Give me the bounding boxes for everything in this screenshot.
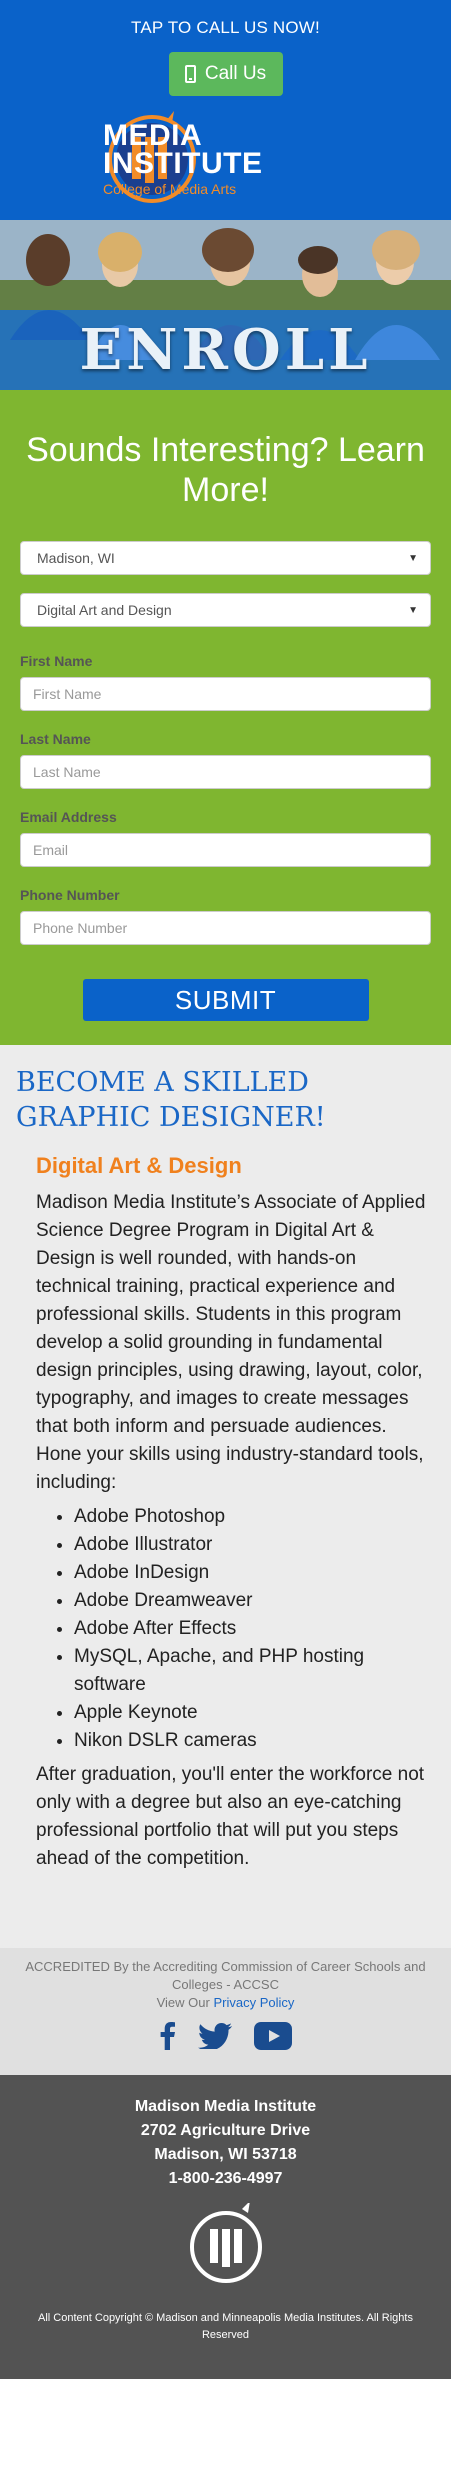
submit-label: SUBMIT [174,984,277,1015]
youtube-icon[interactable] [253,2022,292,2050]
form-heading: Sounds Interesting? Learn More! [20,390,431,510]
enroll-banner: ENROLL [0,310,451,390]
header: TAP TO CALL US NOW! Call Us MEDIA INSTIT… [0,0,451,220]
logo-text: MEDIA INSTITUTE College of Media Arts [103,119,263,198]
view-our-text: View Our [156,1995,210,2010]
first-name-label: First Name [20,653,93,669]
list-item: Nikon DSLR cameras [74,1727,435,1755]
lead-form: Sounds Interesting? Learn More! Madison,… [0,390,451,1045]
email-placeholder: Email [33,842,69,858]
hero-image: ENROLL [0,220,451,390]
list-item: MySQL, Apache, and PHP hosting software [74,1643,435,1699]
logo-line-media: MEDIA [103,119,203,152]
page-title: BECOME A SKILLED GRAPHIC DESIGNER! [16,1045,435,1135]
call-us-label: Call Us [204,63,267,84]
copyright-text: All Content Copyright © Madison and Minn… [38,2312,413,2341]
page-bottom-spacer [0,2379,451,2466]
phone-label: Phone Number [20,887,120,903]
list-item: Adobe After Effects [74,1615,435,1643]
list-item: Adobe InDesign [74,1559,435,1587]
campus-select[interactable]: Madison, WI ▼ [20,541,431,575]
phone-placeholder: Phone Number [33,920,128,936]
accreditation-section: ACCREDITED By the Accrediting Commission… [0,1948,451,2075]
last-name-field[interactable]: Last Name [20,755,431,789]
program-subtitle: Digital Art & Design [16,1135,435,1181]
footer-phone[interactable]: 1-800-236-4997 [0,2167,451,2191]
call-us-button[interactable]: Call Us [168,52,283,96]
first-name-placeholder: First Name [33,686,102,702]
logo-tagline: College of Media Arts [103,181,237,197]
footer-logo-icon [189,2201,262,2283]
list-item: Apple Keynote [74,1699,435,1727]
chevron-down-icon: ▼ [408,604,418,616]
submit-button[interactable]: SUBMIT [82,979,369,1021]
campus-select-value: Madison, WI [37,550,115,566]
phone-field[interactable]: Phone Number [20,911,431,945]
footer-city: Madison, WI 53718 [154,2146,297,2163]
privacy-line: View Our Privacy Policy [0,1994,451,2012]
tools-list: Adobe Photoshop Adobe Illustrator Adobe … [16,1503,435,1755]
facebook-icon[interactable] [160,2022,176,2050]
email-field[interactable]: Email [20,833,431,867]
list-item: Adobe Photoshop [74,1503,435,1531]
landing-page: TAP TO CALL US NOW! Call Us MEDIA INSTIT… [0,0,451,2466]
program-select[interactable]: Digital Art and Design ▼ [20,593,431,627]
mobile-phone-icon [184,65,196,83]
program-info: BECOME A SKILLED GRAPHIC DESIGNER! Digit… [0,1045,451,1948]
tap-to-call-text: TAP TO CALL US NOW! [131,18,320,37]
program-select-value: Digital Art and Design [37,602,172,618]
form-heading-text: Sounds Interesting? Learn More! [26,431,425,509]
list-item: Adobe Illustrator [74,1531,435,1559]
page-title-text: BECOME A SKILLED GRAPHIC DESIGNER! [16,1067,326,1133]
graduation-text: After graduation, you'll enter the workf… [36,1764,425,1869]
footer-street: 2702 Agriculture Drive [140,2122,311,2139]
last-name-label: Last Name [20,731,91,747]
first-name-field[interactable]: First Name [20,677,431,711]
privacy-policy-link[interactable]: Privacy Policy [213,1995,294,2010]
program-description: Madison Media Institute’s Associate of A… [36,1192,426,1493]
accreditation-text: ACCREDITED By the Accrediting Commission… [25,1959,426,1992]
logo-line-institute: INSTITUTE [103,147,263,180]
social-links [0,2022,451,2050]
email-label: Email Address [20,809,117,825]
last-name-placeholder: Last Name [33,764,101,780]
footer-school-name: Madison Media Institute [134,2098,317,2115]
enroll-text: ENROLL [79,317,372,383]
twitter-icon[interactable] [197,2023,232,2049]
list-item: Adobe Dreamweaver [74,1587,435,1615]
program-subtitle-text: Digital Art & Design [36,1153,242,1178]
footer: Madison Media Institute 2702 Agriculture… [0,2075,451,2379]
chevron-down-icon: ▼ [408,552,418,564]
